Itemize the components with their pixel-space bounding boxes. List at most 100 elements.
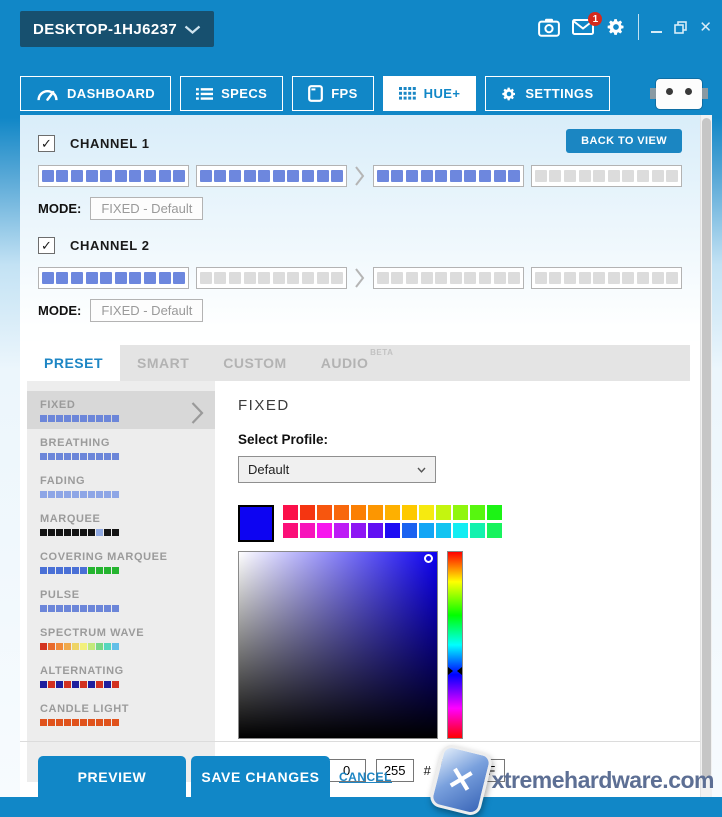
color-swatch[interactable] <box>402 523 417 538</box>
hue-slider-marker-right[interactable] <box>457 667 462 675</box>
color-swatch[interactable] <box>334 523 349 538</box>
cancel-link[interactable]: CANCEL <box>339 770 392 784</box>
led-strip[interactable] <box>38 267 189 289</box>
color-swatch[interactable] <box>317 523 332 538</box>
color-swatch[interactable] <box>283 505 298 520</box>
color-swatch[interactable] <box>487 505 502 520</box>
color-swatch[interactable] <box>385 505 400 520</box>
tab-dashboard[interactable]: DASHBOARD <box>20 76 171 111</box>
mode-item-pulse[interactable]: PULSE <box>27 581 215 619</box>
led-square <box>258 170 270 182</box>
app-settings-gear-icon[interactable] <box>606 17 626 37</box>
color-swatch[interactable] <box>351 505 366 520</box>
preview-button[interactable]: PREVIEW <box>38 756 186 797</box>
color-swatch[interactable] <box>470 505 485 520</box>
picker-cursor[interactable] <box>424 554 433 563</box>
color-swatch[interactable] <box>453 505 468 520</box>
color-swatch[interactable] <box>300 523 315 538</box>
led-strip[interactable] <box>531 267 682 289</box>
led-strip[interactable] <box>196 267 347 289</box>
channel-1-checkbox[interactable]: ✓ <box>38 135 55 152</box>
tab-fps[interactable]: FPS <box>292 76 373 111</box>
hue-device-icon[interactable] <box>656 79 702 109</box>
color-swatch[interactable] <box>470 523 485 538</box>
tab-settings[interactable]: SETTINGS <box>485 76 609 111</box>
mode-name: FIXED <box>40 399 203 411</box>
close-button[interactable]: ✕ <box>699 20 712 35</box>
minimize-button[interactable] <box>651 22 662 33</box>
led-square <box>115 170 127 182</box>
color-swatch[interactable] <box>385 523 400 538</box>
channel-2-checkbox[interactable]: ✓ <box>38 237 55 254</box>
mode-item-marquee[interactable]: MARQUEE <box>27 505 215 543</box>
mode-preview <box>40 415 203 422</box>
notifications-mail-icon[interactable]: 1 <box>572 19 594 35</box>
saturation-value-picker[interactable] <box>238 551 438 739</box>
preset-tab-preset[interactable]: PRESET <box>27 345 120 381</box>
led-square <box>391 272 403 284</box>
back-to-view-button[interactable]: BACK TO VIEW <box>566 129 682 153</box>
hue-slider-marker-left[interactable] <box>448 667 453 675</box>
color-swatch[interactable] <box>419 505 434 520</box>
scrollbar-thumb[interactable] <box>702 118 711 778</box>
led-square <box>652 170 664 182</box>
led-square <box>549 170 561 182</box>
mode-item-candle-light[interactable]: CANDLE LIGHT <box>27 695 215 733</box>
led-square <box>593 272 605 284</box>
led-square <box>100 272 112 284</box>
color-swatch[interactable] <box>283 523 298 538</box>
color-swatch[interactable] <box>368 505 383 520</box>
current-color-swatch[interactable] <box>238 505 274 542</box>
profile-select[interactable]: Default <box>238 456 436 483</box>
color-swatch[interactable] <box>487 523 502 538</box>
select-profile-label: Select Profile: <box>238 432 690 447</box>
preset-tab-audio[interactable]: AUDIOBETA <box>304 345 386 381</box>
led-square <box>435 170 447 182</box>
tab-specs[interactable]: SPECS <box>180 76 283 111</box>
preset-tab-smart[interactable]: SMART <box>120 345 206 381</box>
mode-item-covering-marquee[interactable]: COVERING MARQUEE <box>27 543 215 581</box>
device-selector-dropdown[interactable]: DESKTOP-1HJ6237 <box>20 11 214 47</box>
scrollbar[interactable] <box>700 115 712 797</box>
led-square <box>593 170 605 182</box>
led-square <box>535 272 547 284</box>
mode-item-breathing[interactable]: BREATHING <box>27 429 215 467</box>
mode-item-fading[interactable]: FADING <box>27 467 215 505</box>
chevron-right-icon <box>354 164 366 188</box>
save-changes-button[interactable]: SAVE CHANGES <box>191 756 330 797</box>
led-square <box>302 272 314 284</box>
hue-slider[interactable] <box>447 551 463 739</box>
hue-panel: ✓ CHANNEL 1 BACK TO VIEW MODE: FIXED - D… <box>20 115 700 797</box>
mode-name: MARQUEE <box>40 513 203 525</box>
mode-item-spectrum-wave[interactable]: SPECTRUM WAVE <box>27 619 215 657</box>
led-square <box>421 170 433 182</box>
led-strip[interactable] <box>38 165 189 187</box>
led-square <box>229 170 241 182</box>
led-strip[interactable] <box>196 165 347 187</box>
mode-item-fixed[interactable]: FIXED <box>27 391 215 429</box>
tab-label: SETTINGS <box>525 86 593 101</box>
mode-detail: FIXED Select Profile: Default RGB <box>215 381 690 782</box>
color-swatch[interactable] <box>300 505 315 520</box>
preset-tab-custom[interactable]: CUSTOM <box>206 345 303 381</box>
color-swatch[interactable] <box>436 523 451 538</box>
led-square <box>564 272 576 284</box>
color-swatch[interactable] <box>436 505 451 520</box>
color-swatch[interactable] <box>317 505 332 520</box>
mode-preview <box>40 643 203 650</box>
mode-item-alternating[interactable]: ALTERNATING <box>27 657 215 695</box>
color-swatch[interactable] <box>419 523 434 538</box>
led-strip[interactable] <box>373 165 524 187</box>
color-swatch[interactable] <box>368 523 383 538</box>
tab-hue-plus[interactable]: HUE+ <box>383 76 477 111</box>
restore-window-button[interactable] <box>674 21 687 34</box>
color-swatch[interactable] <box>453 523 468 538</box>
led-strip[interactable] <box>373 267 524 289</box>
color-swatch[interactable] <box>334 505 349 520</box>
color-swatch[interactable] <box>351 523 366 538</box>
led-strip[interactable] <box>531 165 682 187</box>
screenshot-camera-icon[interactable] <box>538 18 560 37</box>
color-swatch[interactable] <box>402 505 417 520</box>
channel-2-strips <box>38 266 682 290</box>
mode-name: COVERING MARQUEE <box>40 551 203 563</box>
